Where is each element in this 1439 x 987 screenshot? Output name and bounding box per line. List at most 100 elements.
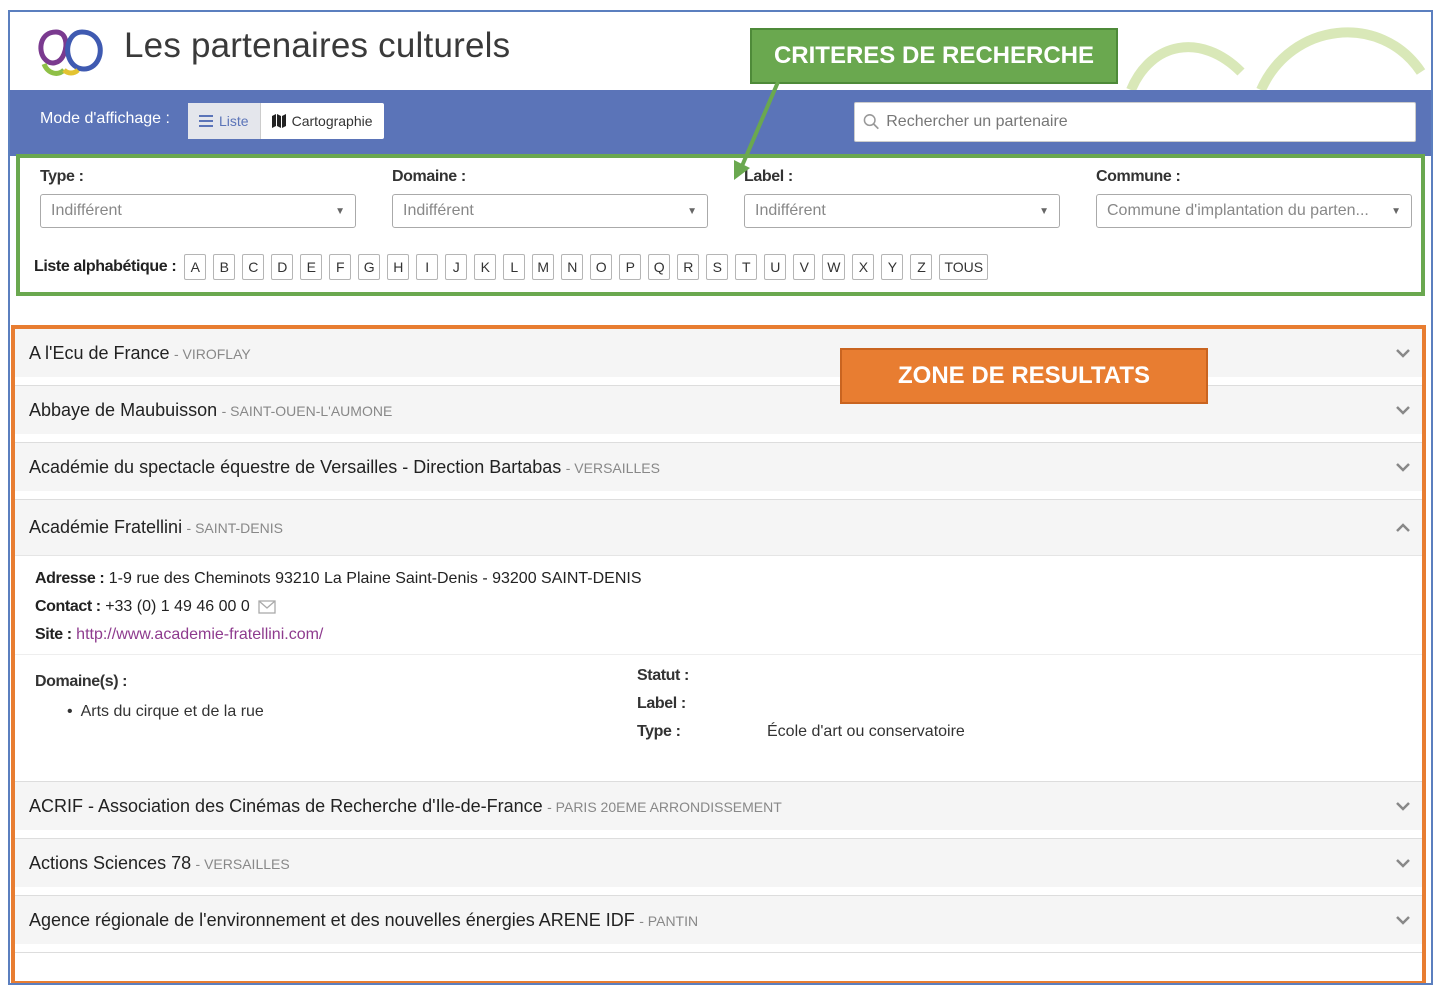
type-label: Type :	[637, 723, 681, 740]
letter-button[interactable]: R	[677, 254, 700, 280]
letter-button[interactable]: O	[590, 254, 613, 280]
criteria-callout: CRITERES DE RECHERCHE	[750, 28, 1118, 84]
letter-button[interactable]: N	[561, 254, 584, 280]
domaines-label: Domaine(s) :	[35, 673, 128, 690]
filter-domaine: Domaine : Indifférent ▼	[392, 168, 708, 228]
filter-domaine-label: Domaine :	[392, 168, 466, 185]
letter-button[interactable]: Z	[910, 254, 933, 280]
result-title: A l'Ecu de France	[29, 342, 170, 363]
toolbar: Mode d'affichage : Liste Cartographie	[10, 90, 1431, 156]
result-header[interactable]: Actions Sciences 78 - VERSAILLES	[15, 839, 1422, 895]
filter-type: Type : Indifférent ▼	[40, 168, 356, 228]
letter-button[interactable]: E	[300, 254, 323, 280]
letter-button[interactable]: Y	[881, 254, 904, 280]
letter-button[interactable]: A	[184, 254, 207, 280]
letter-button[interactable]: X	[852, 254, 875, 280]
address-value: 1-9 rue des Cheminots 93210 La Plaine Sa…	[108, 570, 642, 587]
result-title: Académie du spectacle équestre de Versai…	[29, 456, 562, 477]
chevron-down-icon: ▼	[687, 205, 697, 217]
site-link[interactable]: http://www.academie-fratellini.com/	[76, 626, 323, 643]
letter-button[interactable]: I	[416, 254, 439, 280]
filter-label: Label : Indifférent ▼	[744, 168, 1060, 228]
chevron-down-icon	[1396, 349, 1410, 358]
letter-button[interactable]: M	[532, 254, 555, 280]
label-select[interactable]: Indifférent ▼	[744, 194, 1060, 228]
result-item-expanded: Académie Fratellini - SAINT-DENIS Adress…	[15, 500, 1422, 782]
letter-button[interactable]: J	[445, 254, 468, 280]
result-item: A l'Ecu de France - VIROFLAY	[15, 329, 1422, 386]
contact-label: Contact :	[35, 598, 101, 615]
result-header[interactable]: Académie Fratellini - SAINT-DENIS	[15, 500, 1422, 556]
result-header[interactable]: A l'Ecu de France - VIROFLAY	[15, 329, 1422, 385]
meta-section: Statut : Label : Type : École d'art ou co…	[637, 667, 965, 751]
letter-button[interactable]: G	[358, 254, 381, 280]
statut-row: Statut :	[637, 667, 965, 685]
letter-button[interactable]: B	[213, 254, 236, 280]
site-label: Site :	[35, 626, 72, 643]
map-mode-button[interactable]: Cartographie	[261, 103, 384, 139]
chevron-down-icon	[1396, 802, 1410, 811]
letter-button[interactable]: L	[503, 254, 526, 280]
label-label: Label :	[637, 695, 686, 712]
result-header[interactable]: Abbaye de Maubuisson - SAINT-OUEN-L'AUMO…	[15, 386, 1422, 442]
letter-button[interactable]: K	[474, 254, 497, 280]
result-header[interactable]: Académie du spectacle équestre de Versai…	[15, 443, 1422, 499]
letter-button[interactable]: F	[329, 254, 352, 280]
letter-button[interactable]: H	[387, 254, 410, 280]
letter-button[interactable]: Q	[648, 254, 671, 280]
detail-columns: Domaine(s) : Arts du cirque et de la rue…	[35, 655, 1402, 767]
letter-button[interactable]: T	[735, 254, 758, 280]
filter-commune-label: Commune :	[1096, 168, 1181, 185]
mail-icon[interactable]	[258, 600, 276, 614]
result-title: Académie Fratellini	[29, 517, 183, 537]
domaine-select-value: Indifférent	[403, 202, 474, 219]
chevron-down-icon	[1396, 859, 1410, 868]
logo-icon	[38, 29, 103, 76]
commune-select[interactable]: Commune d'implantation du parten... ▼	[1096, 194, 1412, 228]
alphabet-buttons: A B C D E F G H I J K L M N O P Q R S T U V W X Y Z TOUS	[184, 254, 995, 280]
result-item: Académie du spectacle équestre de Versai…	[15, 443, 1422, 500]
contact-value: +33 (0) 1 49 46 00 0	[105, 598, 250, 615]
address-label: Adresse :	[35, 570, 105, 587]
letter-button[interactable]: D	[271, 254, 294, 280]
list-mode-label: Liste	[219, 113, 249, 129]
chevron-down-icon: ▼	[1391, 205, 1401, 217]
chevron-down-icon	[1396, 463, 1410, 472]
filter-commune: Commune : Commune d'implantation du part…	[1096, 168, 1412, 228]
result-item: Abbaye de Maubuisson - SAINT-OUEN-L'AUMO…	[15, 386, 1422, 443]
letter-button[interactable]: S	[706, 254, 729, 280]
results-callout: ZONE DE RESULTATS	[840, 348, 1208, 404]
label-row: Label :	[637, 695, 965, 713]
result-header[interactable]: Agence régionale de l'environnement et d…	[15, 896, 1422, 952]
result-header[interactable]: ACRIF - Association des Cinémas de Reche…	[15, 782, 1422, 838]
chevron-down-icon: ▼	[335, 205, 345, 217]
result-detail: Adresse : 1-9 rue des Cheminots 93210 La…	[15, 556, 1422, 781]
letter-button[interactable]: TOUS	[939, 254, 989, 280]
search-icon	[863, 114, 879, 130]
result-city: - SAINT-OUEN-L'AUMONE	[221, 402, 393, 419]
letter-button[interactable]: P	[619, 254, 642, 280]
result-title: Agence régionale de l'environnement et d…	[29, 909, 635, 930]
letter-button[interactable]: C	[242, 254, 265, 280]
display-mode-label: Mode d'affichage :	[40, 110, 170, 127]
result-title: Abbaye de Maubuisson	[29, 399, 218, 420]
result-city: - VERSAILLES	[195, 855, 290, 872]
commune-select-value: Commune d'implantation du parten...	[1107, 202, 1369, 219]
letter-button[interactable]: U	[764, 254, 787, 280]
partner-search-input[interactable]	[886, 113, 1415, 131]
result-city: - PARIS 20EME ARRONDISSEMENT	[547, 798, 782, 815]
domaine-select[interactable]: Indifférent ▼	[392, 194, 708, 228]
result-item: Agence régionale de l'environnement et d…	[15, 896, 1422, 953]
type-select[interactable]: Indifférent ▼	[40, 194, 356, 228]
letter-button[interactable]: V	[793, 254, 816, 280]
letter-button[interactable]: W	[822, 254, 846, 280]
chevron-down-icon	[1396, 916, 1410, 925]
result-item: Actions Sciences 78 - VERSAILLES	[15, 839, 1422, 896]
filter-type-label: Type :	[40, 168, 84, 185]
result-city: - PANTIN	[639, 912, 699, 929]
search-criteria-panel: Type : Indifférent ▼ Domaine : Indiffére…	[16, 154, 1425, 296]
result-city: - VIROFLAY	[173, 345, 251, 362]
chevron-down-icon	[1396, 406, 1410, 415]
contact-line: Contact : +33 (0) 1 49 46 00 0	[35, 598, 1402, 616]
list-mode-button[interactable]: Liste	[188, 103, 261, 139]
